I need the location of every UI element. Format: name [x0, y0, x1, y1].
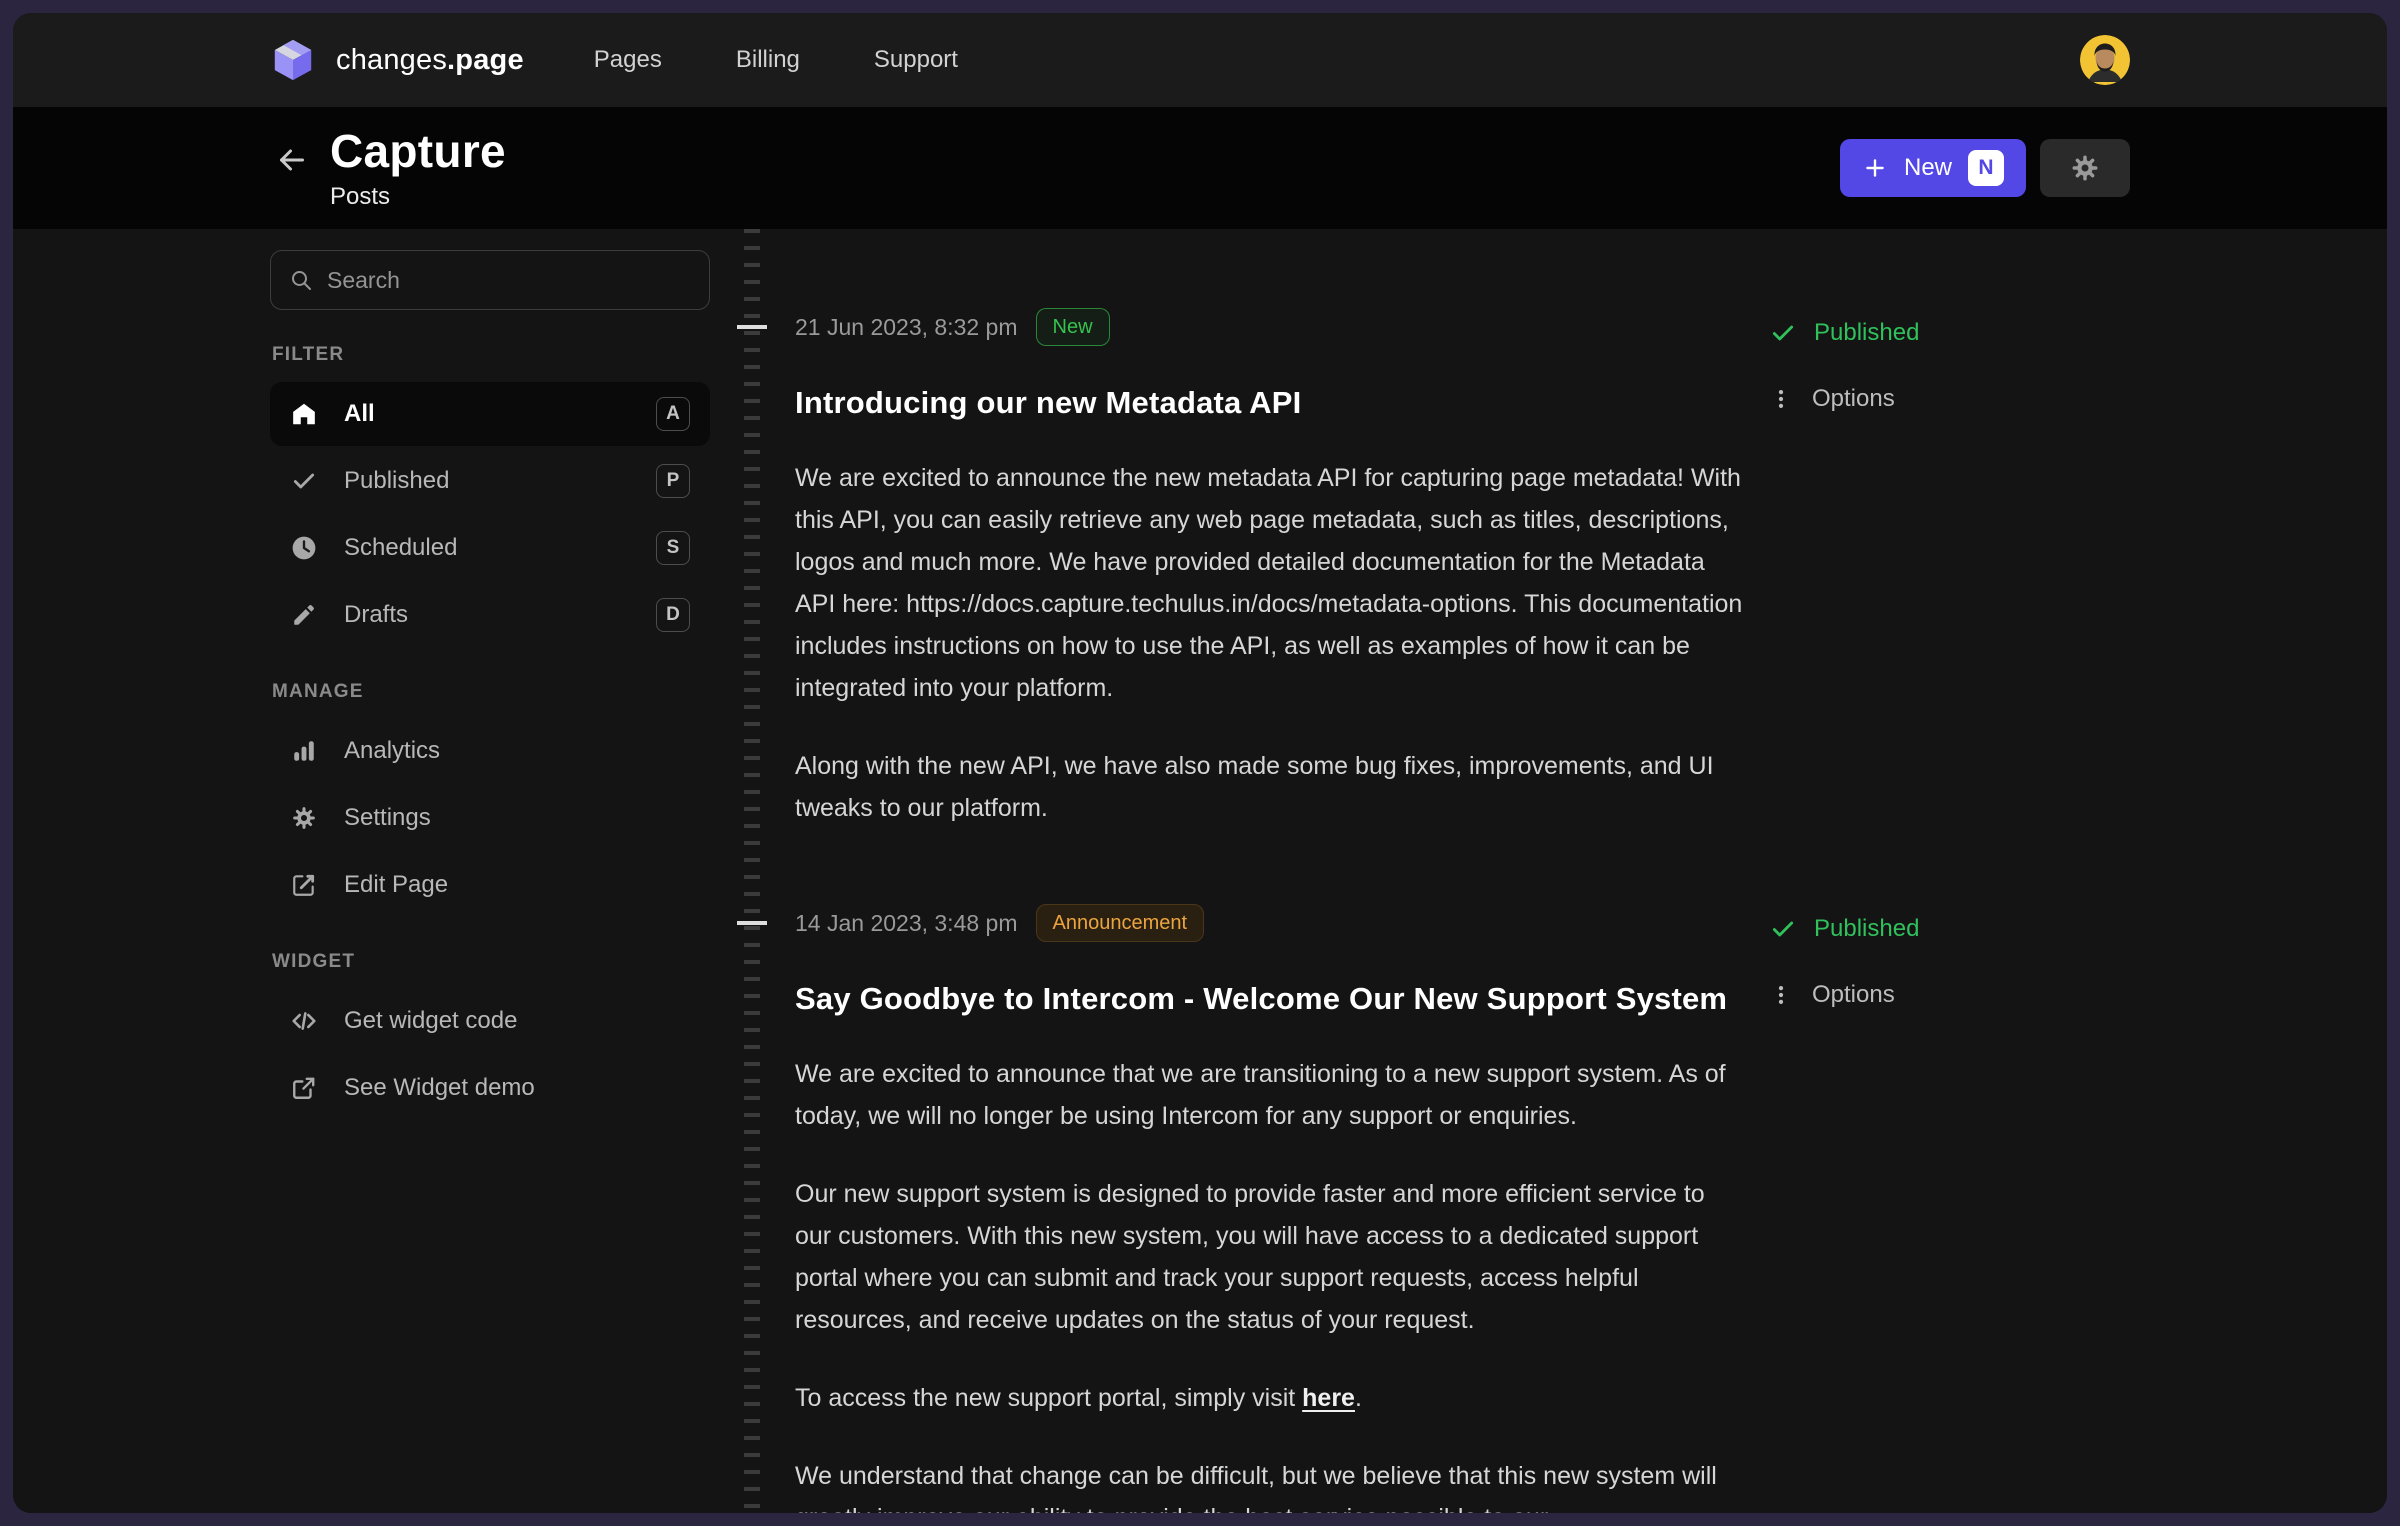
top-nav: changes.page Pages Billing Support [13, 13, 2387, 107]
post-paragraph: We are excited to announce that we are t… [795, 1053, 1745, 1137]
post-badge-new: New [1036, 308, 1110, 346]
post-paragraph: We are excited to announce the new metad… [795, 457, 1745, 709]
page-header: Capture Posts New N [13, 107, 2387, 229]
post-paragraph: Our new support system is designed to pr… [795, 1173, 1745, 1341]
sidebar-item-analytics[interactable]: Analytics [270, 719, 710, 783]
clock-icon [290, 534, 318, 562]
post-paragraph: We understand that change can be difficu… [795, 1455, 1745, 1513]
search-box[interactable] [270, 250, 710, 310]
timeline-tick [737, 325, 767, 329]
post-item: 21 Jun 2023, 8:32 pm New Introducing our… [795, 305, 2130, 829]
check-icon [290, 467, 318, 495]
sidebar-item-scheduled[interactable]: Scheduled S [270, 516, 710, 580]
post-options-label: Options [1812, 385, 1895, 413]
post-date: 14 Jan 2023, 3:48 pm [795, 910, 1018, 937]
edit-square-icon [290, 871, 318, 899]
shortcut-badge: P [656, 464, 690, 498]
sidebar-item-drafts[interactable]: Drafts D [270, 583, 710, 647]
new-button-label: New [1904, 154, 1952, 182]
kebab-menu-icon [1770, 984, 1792, 1006]
sidebar-item-label: All [344, 400, 375, 428]
sidebar-item-published[interactable]: Published P [270, 449, 710, 513]
kebab-menu-icon [1770, 388, 1792, 410]
check-icon [1770, 916, 1796, 942]
post-status: Published [1770, 915, 2130, 943]
sidebar-item-see-widget-demo[interactable]: See Widget demo [270, 1056, 710, 1120]
back-button[interactable] [270, 138, 314, 182]
post-badge-announcement: Announcement [1036, 904, 1205, 942]
new-shortcut-badge: N [1968, 150, 2004, 186]
nav-link-support[interactable]: Support [874, 46, 958, 74]
post-item: 14 Jan 2023, 3:48 pm Announcement Say Go… [795, 901, 2130, 1513]
widget-section-label: WIDGET [272, 951, 710, 973]
sidebar-item-label: Scheduled [344, 534, 457, 562]
sidebar-item-all[interactable]: All A [270, 382, 710, 446]
post-paragraph: Along with the new API, we have also mad… [795, 745, 1745, 829]
new-post-button[interactable]: New N [1840, 139, 2026, 197]
sidebar: FILTER All A Published P [270, 229, 710, 1513]
sidebar-item-label: Get widget code [344, 1007, 517, 1035]
external-link-icon [290, 1074, 318, 1102]
sidebar-item-get-widget-code[interactable]: Get widget code [270, 989, 710, 1053]
filter-section-label: FILTER [272, 344, 710, 366]
gear-icon [290, 804, 318, 832]
post-options-label: Options [1812, 981, 1895, 1009]
timeline-tick [737, 921, 767, 925]
nav-link-pages[interactable]: Pages [594, 46, 662, 74]
nav-links: Pages Billing Support [594, 46, 958, 74]
post-options-button[interactable]: Options [1770, 385, 2130, 413]
user-avatar[interactable] [2080, 35, 2130, 85]
paragraph-text: . [1355, 1384, 1362, 1412]
check-icon [1770, 320, 1796, 346]
brand[interactable]: changes.page [270, 37, 524, 83]
post-title[interactable]: Say Goodbye to Intercom - Welcome Our Ne… [795, 981, 1745, 1017]
cube-logo-icon [270, 37, 316, 83]
main-area: FILTER All A Published P [13, 229, 2387, 1513]
app-window: changes.page Pages Billing Support [13, 13, 2387, 1513]
brand-name: changes.page [336, 44, 524, 77]
shortcut-badge: S [656, 531, 690, 565]
search-input[interactable] [327, 267, 691, 294]
sidebar-item-label: Drafts [344, 601, 408, 629]
gear-icon [2070, 153, 2100, 183]
posts-list: 21 Jun 2023, 8:32 pm New Introducing our… [795, 229, 2130, 1513]
page-title: Capture [330, 125, 506, 177]
nav-link-billing[interactable]: Billing [736, 46, 800, 74]
home-icon [290, 400, 318, 428]
sidebar-item-label: Edit Page [344, 871, 448, 899]
post-status: Published [1770, 319, 2130, 347]
post-paragraph: To access the new support portal, simply… [795, 1377, 1745, 1419]
post-status-label: Published [1814, 319, 1919, 347]
here-link[interactable]: here [1302, 1384, 1355, 1412]
avatar-image [2080, 35, 2130, 85]
manage-section-label: MANAGE [272, 681, 710, 703]
sidebar-item-label: Settings [344, 804, 431, 832]
sidebar-item-settings[interactable]: Settings [270, 786, 710, 850]
bar-chart-icon [290, 737, 318, 765]
post-title[interactable]: Introducing our new Metadata API [795, 385, 1745, 421]
code-icon [290, 1007, 318, 1035]
sidebar-item-label: Published [344, 467, 449, 495]
post-options-button[interactable]: Options [1770, 981, 2130, 1009]
post-date: 21 Jun 2023, 8:32 pm [795, 314, 1018, 341]
shortcut-badge: D [656, 598, 690, 632]
page-subtitle: Posts [330, 183, 506, 211]
page-settings-button[interactable] [2040, 139, 2130, 197]
sidebar-item-label: See Widget demo [344, 1074, 535, 1102]
plus-icon [1862, 155, 1888, 181]
timeline-rail [744, 229, 760, 1513]
search-icon [289, 268, 313, 292]
sidebar-item-label: Analytics [344, 737, 440, 765]
paragraph-text: To access the new support portal, simply… [795, 1384, 1302, 1412]
arrow-left-icon [274, 142, 310, 178]
post-status-label: Published [1814, 915, 1919, 943]
shortcut-badge: A [656, 397, 690, 431]
sidebar-item-edit-page[interactable]: Edit Page [270, 853, 710, 917]
pencil-icon [290, 601, 318, 629]
